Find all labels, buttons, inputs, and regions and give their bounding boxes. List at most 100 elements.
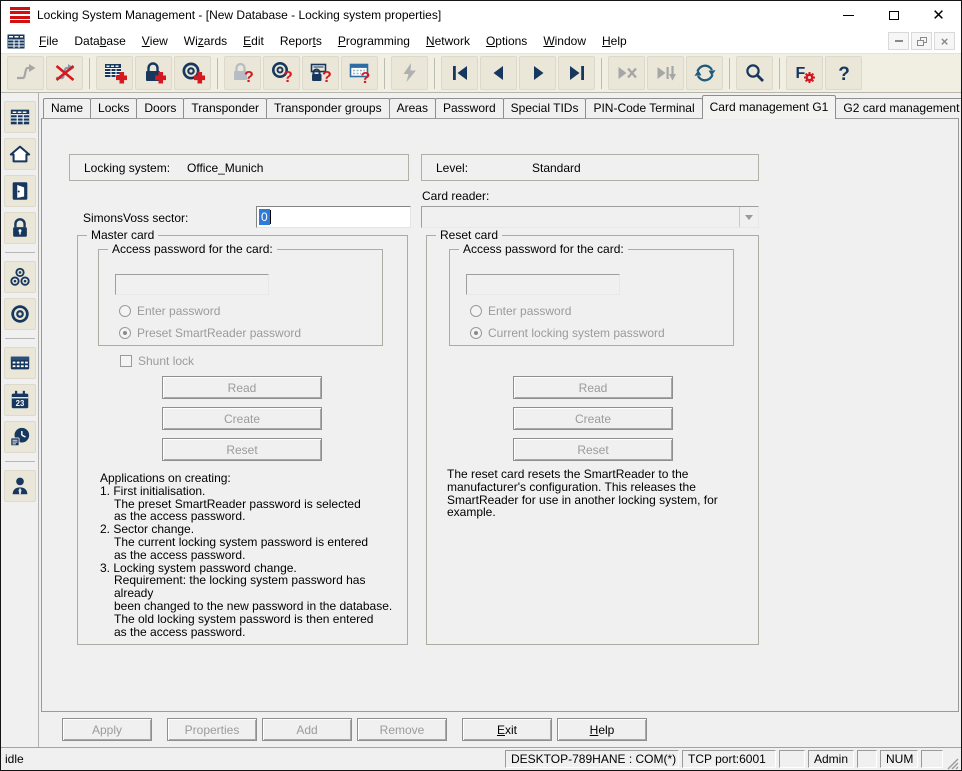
- reset-password-input[interactable]: [466, 274, 620, 295]
- menu-view[interactable]: View: [134, 29, 176, 53]
- close-icon: ✕: [932, 8, 945, 23]
- sidebar-transponder-button[interactable]: [4, 298, 36, 330]
- mdi-restore-button[interactable]: [911, 32, 932, 50]
- tab-name[interactable]: Name: [43, 98, 91, 118]
- reset-reset-button[interactable]: Reset: [513, 438, 673, 461]
- sidebar-user-button[interactable]: [4, 470, 36, 502]
- menu-help[interactable]: Help: [594, 29, 635, 53]
- app-window: Locking System Management - [New Databas…: [0, 0, 962, 771]
- menu-database[interactable]: Database: [66, 29, 133, 53]
- sidebar-transponder-group-button[interactable]: [4, 261, 36, 293]
- dropdown-button[interactable]: [739, 207, 758, 227]
- status-blank-1: [779, 750, 805, 768]
- read-transponder-icon: ?: [270, 61, 294, 85]
- user-icon: [9, 475, 31, 497]
- menu-file[interactable]: File: [31, 29, 66, 53]
- toolbar: ? ? ? ? F ?: [1, 53, 961, 93]
- refresh-button[interactable]: [686, 56, 723, 90]
- last-record-button[interactable]: [558, 56, 595, 90]
- jump-record-button[interactable]: [647, 56, 684, 90]
- menu-network[interactable]: Network: [418, 29, 478, 53]
- toolbar-separator: [217, 58, 218, 89]
- program-button[interactable]: [391, 56, 428, 90]
- action-bar: Apply Properties Add Remove Exit Help: [39, 712, 961, 747]
- close-button[interactable]: ✕: [916, 1, 961, 29]
- menu-programming[interactable]: Programming: [330, 29, 418, 53]
- sidebar-calendar-button[interactable]: 23: [4, 384, 36, 416]
- cancel-record-button[interactable]: [608, 56, 645, 90]
- menu-window[interactable]: Window: [535, 29, 594, 53]
- help-button[interactable]: ?: [825, 56, 862, 90]
- lock-icon: [9, 217, 31, 239]
- menu-options[interactable]: Options: [478, 29, 535, 53]
- restore-icon: [917, 37, 927, 46]
- sidebar-home-button[interactable]: [4, 138, 36, 170]
- master-password-input[interactable]: [115, 274, 269, 295]
- previous-record-button[interactable]: [480, 56, 517, 90]
- tab-pin-code-terminal[interactable]: PIN-Code Terminal: [585, 98, 702, 118]
- properties-button[interactable]: Properties: [167, 718, 257, 741]
- tab-areas[interactable]: Areas: [389, 98, 436, 118]
- menu-edit[interactable]: Edit: [235, 29, 272, 53]
- menu-wizards[interactable]: Wizards: [176, 29, 235, 53]
- sidebar-locking-system-button[interactable]: [4, 101, 36, 133]
- sidebar-lock-button[interactable]: [4, 212, 36, 244]
- sector-input[interactable]: 0: [256, 206, 411, 228]
- filter-settings-button[interactable]: F: [786, 56, 823, 90]
- new-lock-button[interactable]: [135, 56, 172, 90]
- sidebar-log-button[interactable]: [4, 421, 36, 453]
- tab-doors[interactable]: Doors: [136, 98, 184, 118]
- master-radio-preset-password[interactable]: Preset SmartReader password: [119, 326, 301, 340]
- remove-button[interactable]: Remove: [357, 718, 447, 741]
- menu-reports[interactable]: Reports: [272, 29, 330, 53]
- read-device-button[interactable]: ?: [341, 56, 378, 90]
- apply-button[interactable]: Apply: [62, 718, 152, 741]
- new-locking-system-button[interactable]: [96, 56, 133, 90]
- reset-create-button[interactable]: Create: [513, 407, 673, 430]
- tab-password[interactable]: Password: [435, 98, 504, 118]
- next-record-button[interactable]: [519, 56, 556, 90]
- tab-transponder-groups[interactable]: Transponder groups: [266, 98, 390, 118]
- tab-special-tids[interactable]: Special TIDs: [503, 98, 587, 118]
- read-lock-button[interactable]: ?: [224, 56, 261, 90]
- read-lock-g1-button[interactable]: ?: [302, 56, 339, 90]
- exit-button[interactable]: Exit: [462, 718, 552, 741]
- mdi-minimize-button[interactable]: [888, 32, 909, 50]
- first-record-button[interactable]: [441, 56, 478, 90]
- disconnect-button[interactable]: [46, 56, 83, 90]
- cancel-record-icon: [615, 61, 639, 85]
- sidebar-door-button[interactable]: [4, 175, 36, 207]
- add-button[interactable]: Add: [262, 718, 352, 741]
- transponder-icon: [9, 303, 31, 325]
- help-button-bottom[interactable]: Help: [557, 718, 647, 741]
- reset-radio-current-password[interactable]: Current locking system password: [470, 326, 665, 340]
- tab-g2-card-management[interactable]: G2 card management: [835, 98, 962, 118]
- new-transponder-button[interactable]: [174, 56, 211, 90]
- search-button[interactable]: [736, 56, 773, 90]
- master-access-title: Access password for the card:: [108, 242, 277, 256]
- shunt-lock-checkbox[interactable]: Shunt lock: [120, 354, 194, 368]
- card-reader-select[interactable]: [421, 206, 759, 228]
- status-bar: idle DESKTOP-789HANE : COM(*) TCP port:6…: [1, 747, 961, 770]
- master-radio-enter-password[interactable]: Enter password: [119, 304, 220, 318]
- tab-transponder[interactable]: Transponder: [183, 98, 267, 118]
- master-create-button[interactable]: Create: [162, 407, 322, 430]
- master-card-title: Master card: [87, 228, 158, 242]
- resize-grip-icon[interactable]: [946, 754, 959, 770]
- read-transponder-button[interactable]: ?: [263, 56, 300, 90]
- connect-button[interactable]: [7, 56, 44, 90]
- tab-locks[interactable]: Locks: [90, 98, 137, 118]
- minimize-icon: [843, 15, 854, 16]
- transponder-group-icon: [9, 266, 31, 288]
- radio-selected-icon: [119, 327, 131, 339]
- master-reset-button[interactable]: Reset: [162, 438, 322, 461]
- master-read-button[interactable]: Read: [162, 376, 322, 399]
- tab-card-management-g1[interactable]: Card management G1: [702, 95, 837, 119]
- minimize-button[interactable]: [826, 1, 871, 29]
- sector-label: SimonsVoss sector:: [83, 211, 188, 225]
- reset-read-button[interactable]: Read: [513, 376, 673, 399]
- maximize-button[interactable]: [871, 1, 916, 29]
- sidebar-matrix-button[interactable]: [4, 347, 36, 379]
- mdi-close-button[interactable]: ×: [934, 32, 955, 50]
- reset-radio-enter-password[interactable]: Enter password: [470, 304, 571, 318]
